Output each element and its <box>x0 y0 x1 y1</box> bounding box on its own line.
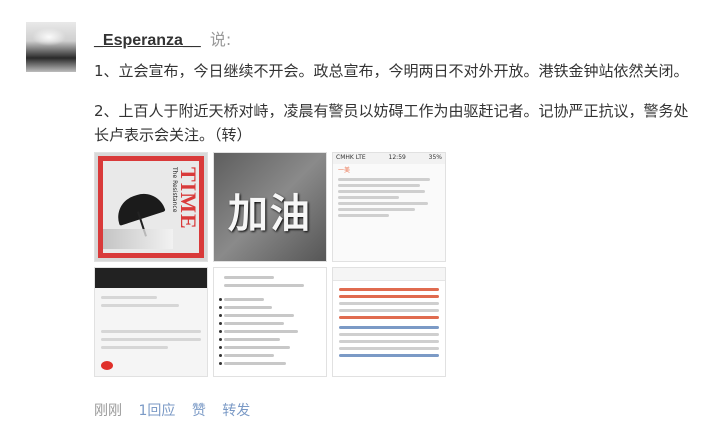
image-chat-screenshot[interactable] <box>94 267 208 377</box>
cover-title: TIME <box>176 167 201 230</box>
text-line <box>338 184 420 187</box>
cover-mist <box>103 229 173 249</box>
highlight-line <box>339 316 439 319</box>
post-footer: 刚刚 1回应 赞 转发 <box>94 400 262 420</box>
text-line <box>224 354 274 357</box>
text-line <box>339 333 439 336</box>
weibo-logo-icon <box>101 361 113 370</box>
text-line <box>339 309 439 312</box>
article-topbar <box>333 268 445 281</box>
post-paragraph-2: 2、上百人于附近天桥对峙，凌晨有警员以妨碍工作为由驱赶记者。记协严正抗议，警务处… <box>94 102 689 144</box>
image-calligraphy[interactable]: 加油 <box>213 152 327 262</box>
text-line <box>338 202 428 205</box>
text-line <box>224 314 294 317</box>
bullet-icon <box>219 354 222 357</box>
image-phone-screenshot[interactable]: CMHK LTE 12:59 35% 一美 <box>332 152 446 262</box>
text-line <box>224 338 280 341</box>
post-header: _Esperanza__ 说: <box>94 26 231 50</box>
link-line <box>339 326 439 329</box>
image-time-cover[interactable]: The Resistance TIME <box>94 152 208 262</box>
text-line <box>224 276 274 279</box>
highlight-line <box>339 288 439 291</box>
text-line <box>224 322 284 325</box>
calligraphy-text: 加油 <box>228 190 312 237</box>
post-time: 刚刚 <box>94 403 122 419</box>
text-line <box>101 304 180 307</box>
bullet-icon <box>219 362 222 365</box>
bullet-icon <box>219 306 222 309</box>
clock-label: 12:59 <box>388 154 406 161</box>
carrier-label: CMHK LTE <box>336 154 366 161</box>
text-line <box>338 190 425 193</box>
avatar[interactable] <box>26 22 76 72</box>
bullet-icon <box>219 338 222 341</box>
avatar-highlight <box>32 28 66 46</box>
text-line <box>224 284 304 287</box>
like-link[interactable]: 赞 <box>192 403 206 419</box>
reply-link[interactable]: 1回应 <box>138 403 175 419</box>
text-line <box>338 208 415 211</box>
text-line <box>224 298 264 301</box>
text-line <box>339 340 439 343</box>
repost-link[interactable]: 转发 <box>222 403 250 419</box>
username-link[interactable]: _Esperanza__ <box>94 32 201 49</box>
text-line <box>224 330 298 333</box>
screenshot-post: 一美 <box>333 164 445 223</box>
image-article-screenshot[interactable] <box>332 267 446 377</box>
phone-status-bar: CMHK LTE 12:59 35% <box>333 153 445 164</box>
bullet-icon <box>219 346 222 349</box>
dark-header <box>95 268 207 288</box>
bullet-icon <box>219 314 222 317</box>
text-line <box>224 362 286 365</box>
bullet-icon <box>219 298 222 301</box>
bullet-icon <box>219 322 222 325</box>
text-line <box>338 196 400 199</box>
battery-label: 35% <box>428 154 442 161</box>
text-line <box>101 346 169 349</box>
text-line <box>338 178 430 181</box>
text-line <box>224 346 290 349</box>
text-line <box>101 338 201 341</box>
link-line <box>339 354 439 357</box>
text-line <box>224 306 272 309</box>
highlight-line <box>339 295 439 298</box>
post-paragraph-1: 1、立会宣布，今日继续不开会。政总宣布，今明两日不对外开放。港铁金钟站依然关闭。 <box>94 62 689 80</box>
text-line <box>101 296 157 299</box>
screenshot-username: 一美 <box>338 167 351 174</box>
image-list-screenshot[interactable] <box>213 267 327 377</box>
bullet-icon <box>219 330 222 333</box>
text-line <box>339 347 439 350</box>
text-line <box>339 302 439 305</box>
text-line <box>338 214 389 217</box>
said-label: 说: <box>209 30 232 49</box>
text-line <box>101 330 201 333</box>
